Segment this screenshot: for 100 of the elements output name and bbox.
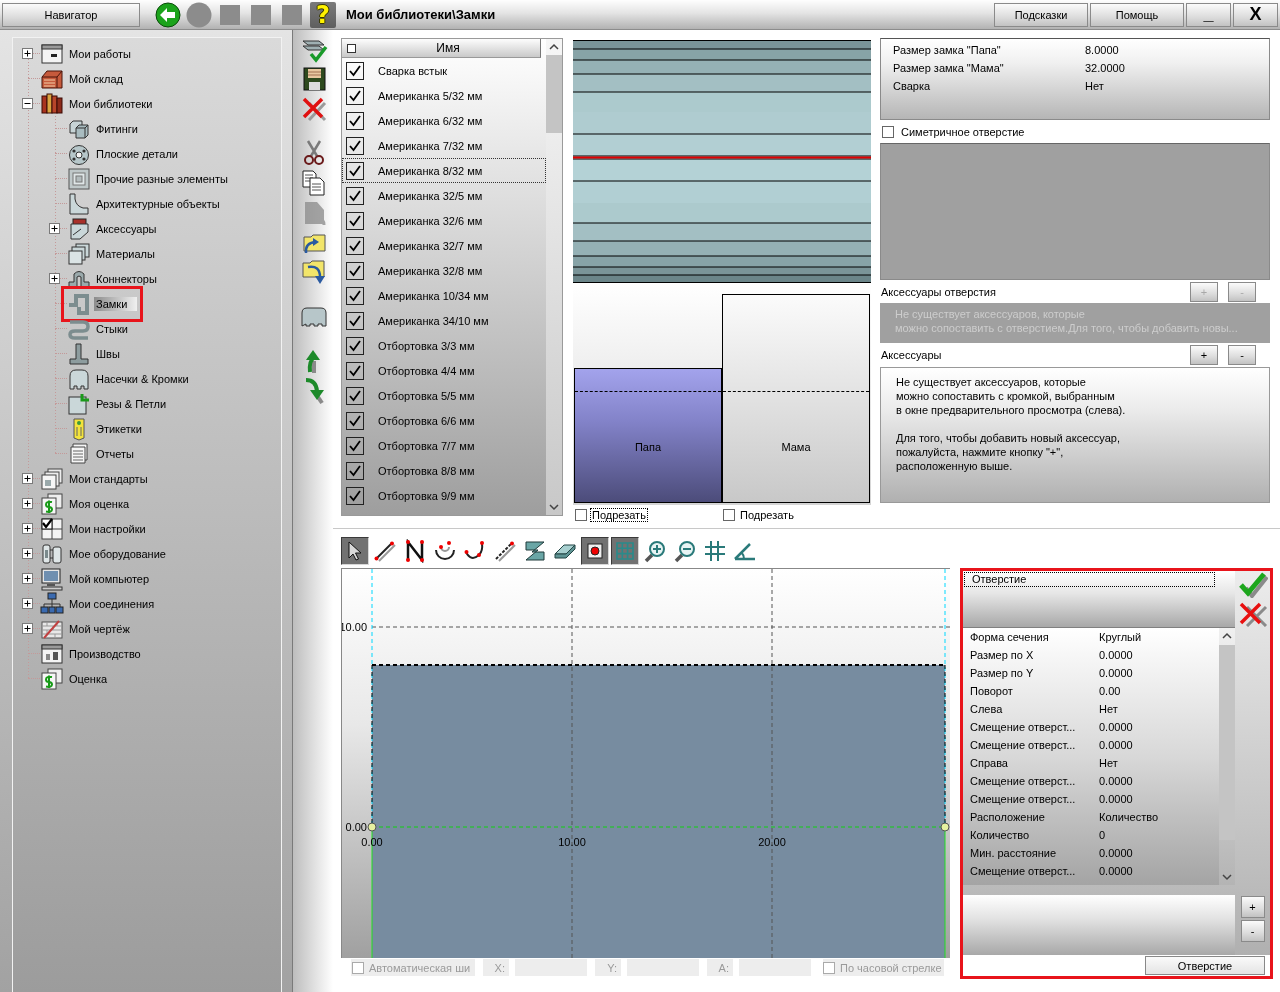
toolbar-button[interactable] [300,169,328,197]
nav-item[interactable]: Производство [67,646,143,661]
expand-toggle[interactable] [22,573,33,584]
expand-toggle[interactable] [22,523,33,534]
part-block[interactable]: Мама [722,294,870,503]
list-item[interactable]: Американка 32/5 мм [342,183,546,208]
tool-button[interactable] [581,537,609,565]
list-item[interactable]: Отбортовка 5/5 мм [342,383,546,408]
checkbox[interactable] [347,43,356,53]
header-button[interactable]: Подсказки [994,2,1088,27]
list-item[interactable]: Сварка встык [342,58,546,83]
list-item[interactable]: Американка 7/32 мм [342,133,546,158]
nav-item[interactable]: Материалы [94,246,157,261]
nav-item[interactable]: Мое оборудование [67,546,168,561]
navigator-button[interactable]: Навигатор [2,2,140,27]
checkbox[interactable] [346,286,364,305]
nav-item[interactable]: Мои настройки [67,521,148,536]
expand-toggle[interactable] [49,273,60,284]
list-item[interactable]: Отбортовка 3/3 мм [342,333,546,358]
checkbox[interactable] [346,186,364,205]
checkbox[interactable] [346,436,364,455]
node-handle[interactable] [367,822,377,832]
toolbar-button[interactable] [300,65,328,93]
nav-item[interactable]: Фитинги [94,121,140,136]
checkbox-label[interactable]: Подрезать [590,508,648,522]
nav-item[interactable]: Мои работы [67,46,133,61]
nav-item[interactable]: Швы [94,346,122,361]
nav-item[interactable]: Аксессуары [94,221,159,236]
list-item[interactable]: Отбортовка 7/7 мм [342,433,546,458]
checkbox[interactable] [346,161,364,180]
nav-item[interactable]: Архитектурные объекты [94,196,222,211]
expand-toggle[interactable] [22,48,33,59]
checkbox[interactable] [346,261,364,280]
remove-button[interactable]: - [1228,345,1256,365]
part-block[interactable]: Папа [574,368,722,503]
add-button[interactable]: + [1240,896,1265,918]
node-handle[interactable] [940,822,950,832]
nav-item[interactable]: Мои стандарты [67,471,150,486]
nav-item[interactable]: Мой склад [67,71,125,86]
checkbox-label[interactable]: Подрезать [738,508,796,522]
list-item[interactable]: Американка 5/32 мм [342,83,546,108]
checkbox[interactable] [346,411,364,430]
expand-toggle[interactable] [22,598,33,609]
checkbox[interactable] [723,509,735,521]
checkbox[interactable] [346,336,364,355]
list-item[interactable]: Американка 32/8 мм [342,258,546,283]
nav-button[interactable] [155,1,181,28]
list-item[interactable]: Американка 6/32 мм [342,108,546,133]
section-title[interactable]: Отверстие [964,572,1215,587]
checkbox[interactable] [346,236,364,255]
header-button[interactable]: Помощь [1090,2,1184,27]
column-header[interactable]: Имя [342,39,541,58]
checkbox[interactable] [346,386,364,405]
nav-item[interactable]: Моя оценка [67,496,132,511]
list-item[interactable]: Отбортовка 4/4 мм [342,358,546,383]
close-button[interactable]: X [1233,2,1278,27]
nav-item[interactable]: Оценка [67,671,110,686]
list-item[interactable]: Отбортовка 6/6 мм [342,408,546,433]
list-item[interactable]: Американка 32/7 мм [342,233,546,258]
checkbox[interactable] [346,86,364,105]
scrollbar-thumb[interactable] [546,55,562,133]
nav-item[interactable]: Насечки & Кромки [94,371,191,386]
tool-button[interactable] [611,537,639,565]
nav-item[interactable]: Мои соединения [67,596,157,611]
list-item[interactable]: Американка 10/34 мм [342,283,546,308]
list-item[interactable]: Отбортовка 9/9 мм [342,483,546,508]
checkbox-label[interactable]: Симетричное отверстие [899,124,1027,139]
nav-item[interactable]: Прочие разные элементы [94,171,230,186]
scrollbar[interactable] [1219,628,1235,885]
checkbox[interactable] [882,125,894,138]
add-button[interactable]: + [1190,345,1218,365]
nav-item[interactable]: Этикетки [94,421,144,436]
help-button[interactable]: ? [310,1,336,28]
checkbox[interactable] [346,361,364,380]
checkbox[interactable] [346,211,364,230]
nav-item[interactable]: Мой компьютер [67,571,152,586]
nav-item[interactable]: Плоские детали [94,146,180,161]
nav-item[interactable]: Коннекторы [94,271,159,286]
list-item[interactable]: Американка 32/6 мм [342,208,546,233]
nav-item[interactable]: Резы & Петли [94,396,169,411]
checkbox[interactable] [575,509,587,521]
remove-button[interactable]: - [1240,920,1265,942]
checkbox[interactable] [346,461,364,480]
checkbox[interactable] [346,61,364,80]
drawing-canvas[interactable]: 10.00 0.00 0.00 10.00 20.00 [341,568,950,958]
nav-item[interactable]: Мои библиотеки [67,96,155,111]
scrollbar-thumb[interactable] [1219,645,1235,840]
list-item[interactable]: Американка 8/32 мм [342,158,546,183]
expand-toggle[interactable] [22,498,33,509]
checkbox[interactable] [346,111,364,130]
nav-item[interactable]: Замки [94,296,138,311]
expand-toggle[interactable] [22,98,33,109]
nav-item[interactable]: Мой чертёж [67,621,132,636]
cancel-icon[interactable] [1237,601,1268,627]
expand-toggle[interactable] [22,473,33,484]
list-item[interactable]: Американка 34/10 мм [342,308,546,333]
expand-toggle[interactable] [22,623,33,634]
hole-button[interactable]: Отверстие [1145,956,1265,975]
checkbox[interactable] [346,311,364,330]
nav-item[interactable]: Отчеты [94,446,137,461]
